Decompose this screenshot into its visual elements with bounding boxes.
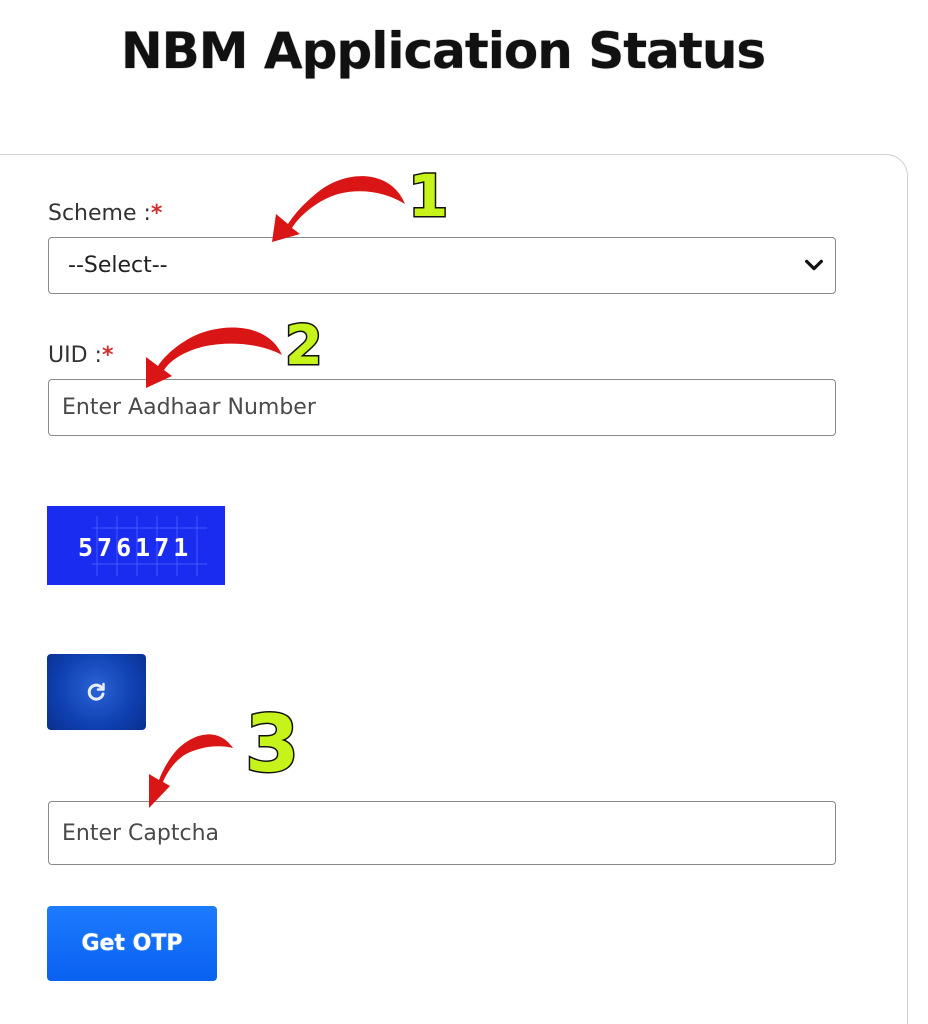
step-number-2: 2 [284, 313, 325, 379]
step-number-1: 1 [406, 161, 449, 232]
uid-input-placeholder: Enter Aadhaar Number [62, 395, 316, 420]
captcha-input[interactable]: Enter Captcha [48, 801, 836, 865]
page: NBM Application Status Scheme :* --Selec… [0, 0, 928, 1024]
chevron-down-icon [805, 259, 823, 271]
uid-label: UID :* [48, 343, 113, 368]
required-star: * [150, 201, 163, 226]
step-number-3: 3 [243, 699, 300, 792]
get-otp-button[interactable]: Get OTP [47, 906, 217, 981]
captcha-input-placeholder: Enter Captcha [62, 821, 219, 846]
scheme-select[interactable]: --Select-- [48, 237, 836, 294]
scheme-label-text: Scheme : [48, 201, 151, 226]
captcha-code: 576171 [78, 533, 193, 562]
uid-label-text: UID : [48, 343, 102, 368]
refresh-icon [87, 682, 105, 701]
scheme-select-value: --Select-- [68, 253, 168, 278]
captcha-image: 576171 [47, 506, 225, 585]
required-star: * [101, 343, 114, 368]
scheme-label: Scheme :* [48, 201, 162, 226]
uid-input[interactable]: Enter Aadhaar Number [48, 379, 836, 436]
page-title: NBM Application Status [120, 22, 766, 80]
refresh-captcha-button[interactable] [47, 654, 146, 730]
